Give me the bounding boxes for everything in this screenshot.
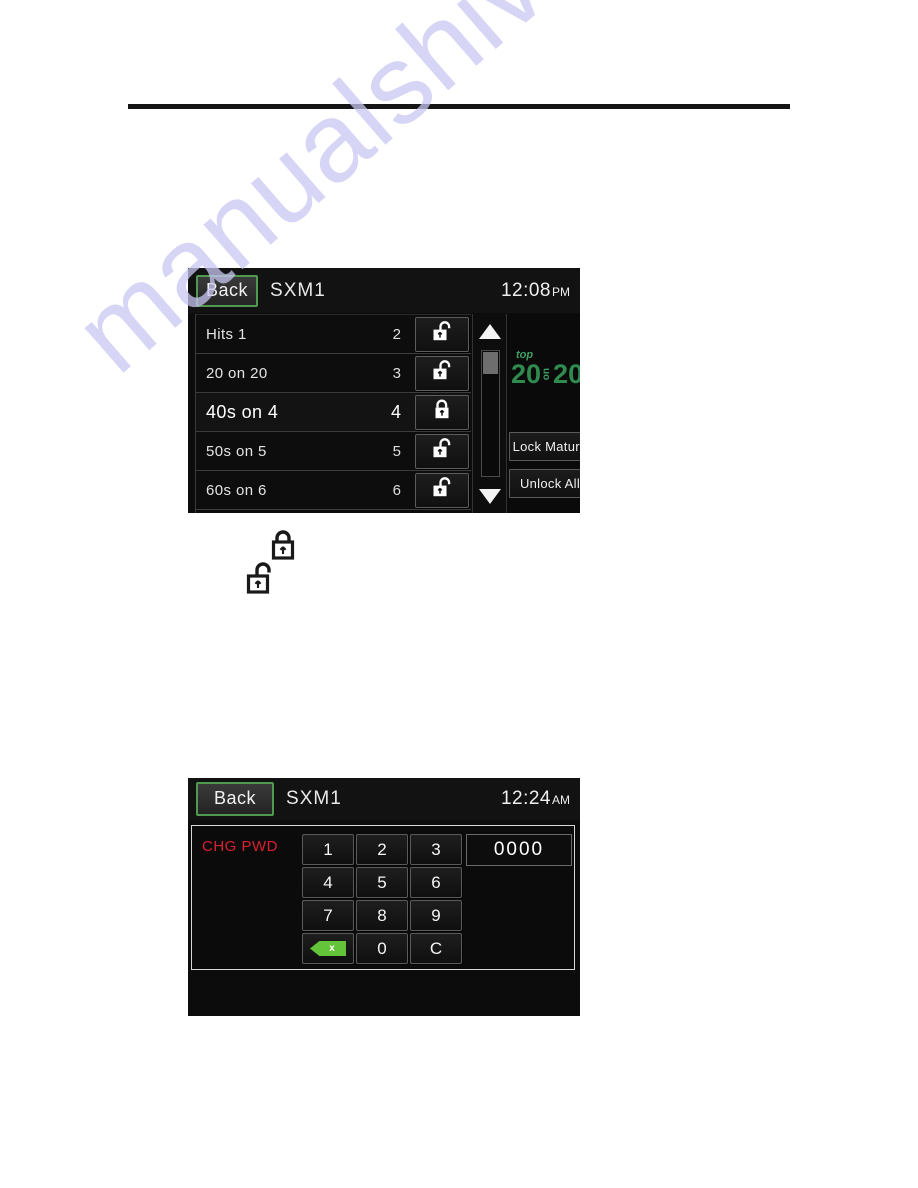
channel-row[interactable]: 50s on 5 5 [196, 432, 471, 471]
lock-mature-button[interactable]: Lock Mature [509, 432, 580, 461]
screen-two-titlebar: Back SXM1 12:24 AM [188, 778, 580, 820]
lock-open-icon [431, 476, 453, 504]
status-clock: 12:24 AM [501, 788, 570, 810]
channel-name: 60s on 6 [206, 481, 267, 499]
digit-key-6[interactable]: 6 [410, 867, 462, 898]
channel-name: 40s on 4 [206, 401, 279, 422]
clear-key[interactable]: C [410, 933, 462, 964]
channel-number: 4 [390, 401, 401, 422]
digit-key-1[interactable]: 1 [302, 834, 354, 865]
channel-name: 50s on 5 [206, 442, 267, 460]
channel-row[interactable]: 40s on 4 4 [196, 393, 471, 432]
screen-title: SXM1 [286, 788, 342, 809]
lock-open-icon [431, 437, 453, 465]
triangle-down-icon [478, 488, 501, 504]
lock-closed-icon [431, 398, 453, 426]
keypad-frame: CHG PWD 0000 123 456 789 x0C [191, 825, 575, 970]
digit-key-9[interactable]: 9 [410, 900, 462, 931]
back-button[interactable]: Back [196, 274, 259, 307]
digit-key-5[interactable]: 5 [356, 867, 408, 898]
channel-list[interactable]: Hits 1 2 20 on 20 3 40s on 4 4 50s on 5 5 60s on… [195, 314, 471, 513]
password-display: 0000 [466, 834, 572, 866]
backspace-key[interactable]: x [302, 933, 354, 964]
clock-time: 12:08 [500, 279, 551, 301]
scroll-track[interactable] [481, 350, 500, 477]
logo-on-word: on [541, 368, 553, 381]
channel-row[interactable]: 60s on 6 6 [196, 471, 471, 510]
screen-title: SXM1 [270, 279, 326, 301]
digit-key-2[interactable]: 2 [356, 834, 408, 865]
digit-key-3[interactable]: 3 [410, 834, 462, 865]
logo-right-number: 20 [553, 359, 580, 389]
screen-one-titlebar: Back SXM1 12:08 PM [188, 268, 580, 313]
status-clock: 12:08 PM [501, 280, 570, 302]
scroll-thumb[interactable] [483, 352, 498, 374]
lock-open-icon [431, 359, 453, 387]
lock-open-button[interactable] [415, 316, 469, 352]
channel-row[interactable]: Hits 1 2 [196, 315, 471, 354]
device-screen-channel-lock: Back SXM1 12:08 PM Hits 1 2 20 on 20 3 40s on… [188, 268, 580, 513]
channel-number: 6 [392, 481, 401, 499]
triangle-up-icon [478, 323, 501, 339]
digit-key-7[interactable]: 7 [302, 900, 354, 931]
logo-main: 20 on 20 [511, 361, 580, 388]
digit-key-0[interactable]: 0 [356, 933, 408, 964]
page-header-rule [128, 104, 790, 109]
backspace-icon: x [310, 941, 346, 956]
clock-ampm: AM [552, 793, 570, 807]
clock-ampm: PM [552, 284, 570, 299]
unlock-all-button[interactable]: Unlock All [509, 469, 580, 498]
channel-name: Hits 1 [206, 325, 247, 343]
clock-time: 12:24 [500, 788, 551, 809]
lock-open-button[interactable] [415, 433, 469, 469]
digit-key-8[interactable]: 8 [356, 900, 408, 931]
lock-closed-button[interactable] [415, 394, 469, 430]
device-screen-password-keypad: Back SXM1 12:24 AM CHG PWD 0000 123 456 789… [188, 778, 580, 1016]
channel-logo: top 20 on 20 [511, 350, 580, 402]
back-button[interactable]: Back [196, 782, 275, 816]
scroll-down-button[interactable] [473, 479, 506, 513]
channel-name: 20 on 20 [206, 364, 268, 382]
right-panel: top 20 on 20 Lock Mature Unlock All [507, 314, 580, 513]
lock-open-button[interactable] [415, 472, 469, 508]
lock-open-icon [431, 320, 453, 348]
channel-number: 3 [392, 364, 401, 382]
channel-number: 5 [392, 442, 401, 460]
lock-open-icon [245, 560, 278, 599]
scroll-up-button[interactable] [473, 314, 506, 348]
change-password-label: CHG PWD [202, 838, 278, 855]
logo-left-number: 20 [511, 359, 542, 389]
channel-row[interactable]: 20 on 20 3 [196, 354, 471, 393]
channel-number: 2 [392, 325, 401, 343]
lock-open-button[interactable] [415, 355, 469, 391]
digit-key-4[interactable]: 4 [302, 867, 354, 898]
scrollbar-column[interactable] [472, 314, 507, 513]
